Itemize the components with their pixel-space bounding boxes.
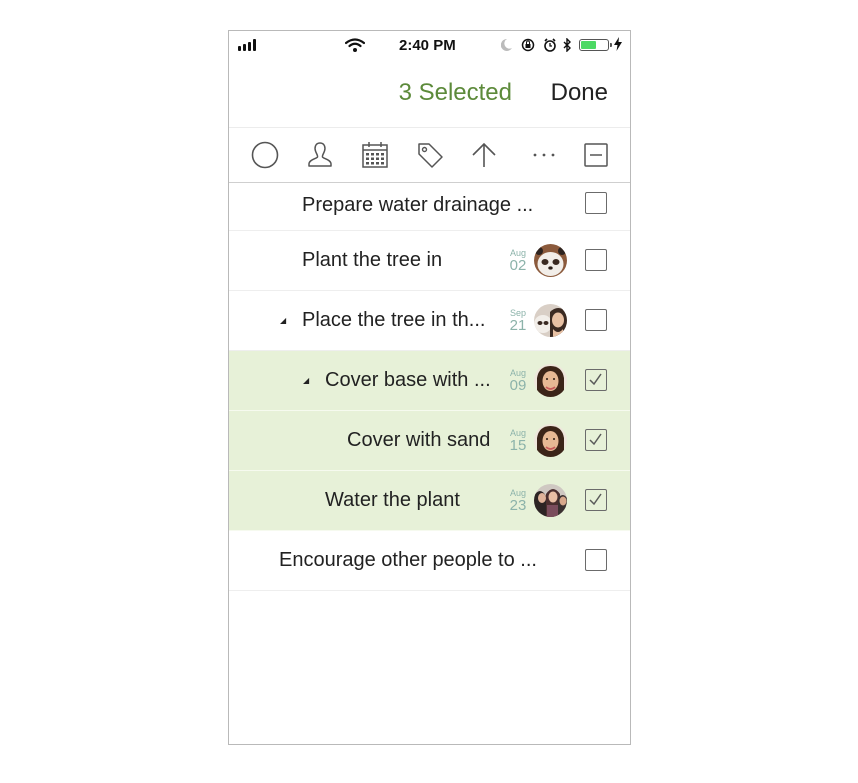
person-icon: [308, 142, 332, 167]
wifi-icon: [345, 38, 365, 52]
assignee-avatar: [534, 424, 567, 457]
bulk-action-toolbar: [229, 128, 630, 183]
due-day: 21: [509, 317, 527, 334]
task-checkbox[interactable]: [585, 249, 607, 271]
due-date: Aug 23: [507, 488, 529, 513]
task-row[interactable]: ◢ Cover base with ... Aug 09: [229, 351, 630, 411]
circle-icon: [251, 141, 279, 169]
cellular-signal-icon: [238, 39, 260, 51]
deselect-icon: [584, 143, 608, 167]
move-up-button[interactable]: [469, 140, 499, 170]
task-title: Cover with sand: [347, 429, 491, 451]
tag-icon: [418, 143, 443, 168]
task-row[interactable]: Cover with sand Aug 15: [229, 411, 630, 471]
calendar-icon: [362, 142, 388, 168]
more-options-button[interactable]: [529, 140, 559, 170]
due-date: Aug 09: [507, 368, 529, 393]
selected-count-label: 3 Selected: [398, 79, 512, 106]
rotation-lock-icon: [521, 38, 535, 52]
task-checkbox[interactable]: [585, 309, 607, 331]
group-avatar-icon: [534, 304, 567, 337]
assignee-avatar: [534, 304, 567, 337]
selection-header: 3 Selected Done: [229, 59, 630, 128]
task-row[interactable]: ◢ Place the tree in th... Sep 21: [229, 291, 630, 351]
arrow-up-icon: [472, 142, 496, 167]
phone-screen: 2:40 PM 3 Selected Done Prepare water dr…: [228, 30, 631, 745]
task-row[interactable]: Encourage other people to ...: [229, 531, 630, 591]
due-day: 09: [509, 377, 527, 394]
bluetooth-icon: [563, 38, 571, 52]
due-day: 15: [509, 437, 527, 454]
task-checkbox[interactable]: [585, 429, 607, 451]
panda-avatar-icon: [534, 244, 567, 277]
task-row[interactable]: Water the plant Aug 23: [229, 471, 630, 531]
due-date: Sep 21: [507, 308, 529, 333]
task-checkbox[interactable]: [585, 192, 607, 214]
done-button[interactable]: Done: [551, 79, 608, 107]
due-day: 02: [509, 257, 527, 274]
assign-button[interactable]: [305, 140, 335, 170]
task-title: Plant the tree in: [302, 249, 443, 271]
woman-avatar-icon: [534, 364, 567, 397]
group-avatar-icon: [534, 484, 567, 517]
task-row[interactable]: Plant the tree in Aug 02: [229, 231, 630, 291]
due-day: 23: [509, 497, 527, 514]
task-title: Water the plant: [325, 489, 460, 511]
woman-avatar-icon: [534, 424, 567, 457]
status-time: 2:40 PM: [399, 37, 456, 54]
moon-icon: [501, 38, 512, 51]
charging-bolt-icon: [614, 37, 622, 51]
more-icon: [533, 153, 555, 157]
task-checkbox[interactable]: [585, 549, 607, 571]
task-title: Encourage other people to ...: [279, 549, 537, 571]
assignee-avatar: [534, 484, 567, 517]
due-date: Aug 15: [507, 428, 529, 453]
task-title: Prepare water drainage ...: [302, 194, 534, 216]
task-row[interactable]: Prepare water drainage ...: [229, 183, 630, 231]
assignee-avatar: [534, 364, 567, 397]
task-list: Prepare water drainage ... Plant the tre…: [229, 183, 630, 591]
set-due-date-button[interactable]: [360, 140, 390, 170]
battery-icon: [579, 39, 612, 51]
checkmark-icon: [589, 433, 602, 446]
task-title: Place the tree in th...: [302, 309, 486, 331]
add-tag-button[interactable]: [415, 140, 445, 170]
alarm-icon: [544, 38, 556, 52]
checkmark-icon: [589, 493, 602, 506]
task-checkbox[interactable]: [585, 489, 607, 511]
deselect-all-button[interactable]: [581, 140, 611, 170]
assignee-avatar: [534, 244, 567, 277]
checkmark-icon: [589, 373, 602, 386]
complete-circle-button[interactable]: [250, 140, 280, 170]
status-bar: 2:40 PM: [229, 31, 630, 59]
due-date: Aug 02: [507, 248, 529, 273]
task-title: Cover base with ...: [325, 369, 491, 391]
status-icons-group: [501, 38, 571, 52]
collapse-triangle-icon[interactable]: ◢: [303, 351, 309, 410]
task-checkbox[interactable]: [585, 369, 607, 391]
collapse-triangle-icon[interactable]: ◢: [280, 291, 286, 350]
